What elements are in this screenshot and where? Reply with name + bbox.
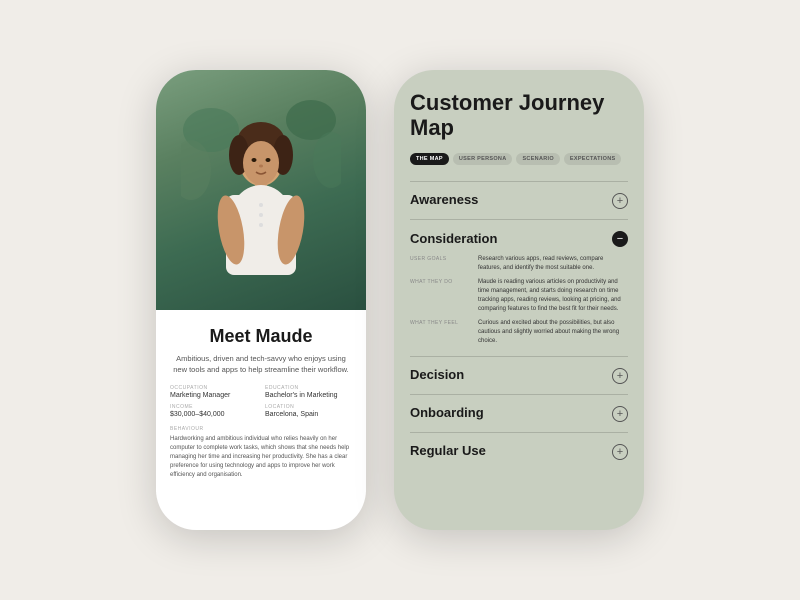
detail-item: OCCUPATION Marketing Manager <box>170 385 257 399</box>
expanded-row-label: WHAT THEY FEEL <box>410 319 470 346</box>
detail-label: OCCUPATION <box>170 385 257 391</box>
profile-name: Meet Maude <box>170 326 352 347</box>
expanded-row-label: USER GOALS <box>410 255 470 273</box>
section-title: Awareness <box>410 192 478 207</box>
expand-icon[interactable]: + <box>612 406 628 422</box>
person-svg <box>181 90 341 310</box>
expanded-row-label: WHAT THEY DO <box>410 278 470 314</box>
section-row-awareness[interactable]: Awareness + <box>410 181 628 219</box>
tab-user-persona[interactable]: USER PERSONA <box>453 153 513 165</box>
detail-item: INCOME $30,000–$40,000 <box>170 404 257 418</box>
profile-content: Meet Maude Ambitious, driven and tech-sa… <box>156 310 366 492</box>
section-row-regular use[interactable]: Regular Use + <box>410 432 628 470</box>
expand-icon[interactable]: + <box>612 444 628 460</box>
expanded-row-value: Research various apps, read reviews, com… <box>478 255 628 273</box>
profile-bio: Ambitious, driven and tech-savvy who enj… <box>170 354 352 375</box>
detail-item: EDUCATION Bachelor's in Marketing <box>265 385 352 399</box>
expanded-rows: USER GOALS Research various apps, read re… <box>410 255 628 346</box>
section-title: Regular Use <box>410 443 486 458</box>
detail-value: $30,000–$40,000 <box>170 411 257 418</box>
app-container: Meet Maude Ambitious, driven and tech-sa… <box>156 70 644 530</box>
collapse-icon[interactable]: − <box>612 231 628 247</box>
tab-scenario[interactable]: SCENARIO <box>516 153 559 165</box>
tab-bar: THE MAP USER PERSONASCENARIO EXPECTATIONS <box>410 153 628 165</box>
tab-expectations[interactable]: EXPECTATIONS <box>564 153 622 165</box>
detail-label: LOCATION <box>265 404 352 410</box>
expanded-row-value: Curious and excited about the possibilit… <box>478 319 628 346</box>
section-title: Decision <box>410 367 464 382</box>
profile-details: OCCUPATION Marketing Manager EDUCATION B… <box>170 385 352 418</box>
section-row-onboarding[interactable]: Onboarding + <box>410 394 628 432</box>
section-row-decision[interactable]: Decision + <box>410 356 628 394</box>
detail-value: Barcelona, Spain <box>265 411 352 418</box>
expand-icon[interactable]: + <box>612 368 628 384</box>
expanded-row-value: Maude is reading various articles on pro… <box>478 278 628 314</box>
section-title: Onboarding <box>410 405 484 420</box>
behaviour-section: BEHAVIOUR Hardworking and ambitious indi… <box>170 426 352 480</box>
detail-label: EDUCATION <box>265 385 352 391</box>
detail-value: Marketing Manager <box>170 392 257 399</box>
detail-item: LOCATION Barcelona, Spain <box>265 404 352 418</box>
right-content: Customer Journey Map THE MAP USER PERSONA… <box>394 70 644 530</box>
expand-icon[interactable]: + <box>612 193 628 209</box>
sections-list: Awareness + Consideration − USER GOALS Re… <box>410 181 628 470</box>
section-header[interactable]: Consideration − <box>410 220 628 255</box>
map-title: Customer Journey Map <box>410 90 628 141</box>
profile-photo <box>156 70 366 310</box>
detail-value: Bachelor's in Marketing <box>265 392 352 399</box>
behaviour-text: Hardworking and ambitious individual who… <box>170 435 352 480</box>
section-expanded-consideration: Consideration − USER GOALS Research vario… <box>410 219 628 356</box>
detail-label: INCOME <box>170 404 257 410</box>
behaviour-label: BEHAVIOUR <box>170 426 352 432</box>
section-title: Consideration <box>410 231 497 246</box>
right-phone: Customer Journey Map THE MAP USER PERSONA… <box>394 70 644 530</box>
tab-the-map[interactable]: THE MAP <box>410 153 449 165</box>
left-phone: Meet Maude Ambitious, driven and tech-sa… <box>156 70 366 530</box>
